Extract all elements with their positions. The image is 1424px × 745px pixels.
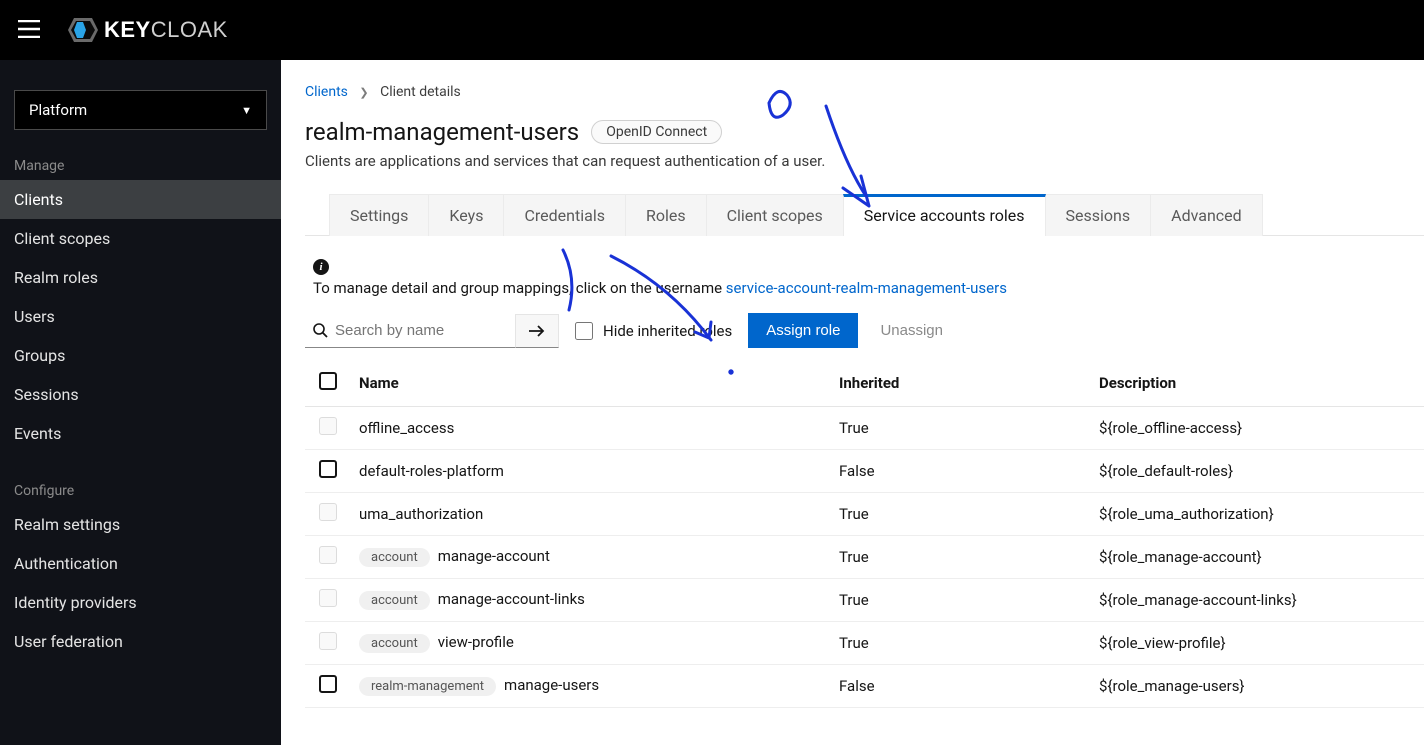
breadcrumb: Clients ❯ Client details (305, 84, 1424, 100)
row-checkbox (319, 632, 337, 650)
breadcrumb-parent-link[interactable]: Clients (305, 84, 348, 100)
role-inherited: True (829, 536, 1089, 579)
tab-keys[interactable]: Keys (428, 194, 504, 236)
brand-logo[interactable]: KEYCLOAK (66, 16, 228, 44)
role-client-chip: realm-management (359, 677, 496, 696)
role-description: ${role_uma_authorization} (1089, 493, 1424, 536)
role-client-chip: account (359, 634, 430, 653)
tabs: SettingsKeysCredentialsRolesClient scope… (329, 194, 1424, 236)
select-all-checkbox[interactable] (319, 372, 337, 390)
page-title: realm-management-users (305, 118, 579, 146)
sidebar-section-title: Configure (0, 473, 281, 505)
breadcrumb-current: Client details (380, 84, 461, 100)
tab-advanced[interactable]: Advanced (1150, 194, 1263, 236)
role-description: ${role_manage-account-links} (1089, 579, 1424, 622)
hamburger-icon[interactable] (18, 18, 40, 42)
sidebar-item-realm-settings[interactable]: Realm settings (0, 505, 281, 544)
sidebar-item-groups[interactable]: Groups (0, 336, 281, 375)
realm-selector[interactable]: Platform ▼ (14, 90, 267, 130)
row-checkbox (319, 503, 337, 521)
role-name: offline_access (359, 419, 454, 437)
row-checkbox (319, 589, 337, 607)
table-row: uma_authorization True${role_uma_authoriz… (305, 493, 1424, 536)
sidebar-section-title: Manage (0, 148, 281, 180)
role-description: ${role_manage-users} (1089, 665, 1424, 708)
role-name: default-roles-platform (359, 462, 504, 480)
role-description: ${role_default-roles} (1089, 450, 1424, 493)
tab-credentials[interactable]: Credentials (503, 194, 626, 236)
table-row: default-roles-platform False${role_defaul… (305, 450, 1424, 493)
sidebar-item-clients[interactable]: Clients (0, 180, 281, 219)
role-description: ${role_offline-access} (1089, 407, 1424, 450)
tab-client-scopes[interactable]: Client scopes (706, 194, 844, 236)
col-name: Name (349, 360, 829, 407)
role-client-chip: account (359, 548, 430, 567)
row-checkbox (319, 417, 337, 435)
info-icon: i (313, 259, 329, 275)
role-inherited: False (829, 450, 1089, 493)
role-inherited: True (829, 407, 1089, 450)
main-content: Clients ❯ Client details realm-managemen… (281, 60, 1424, 745)
role-inherited: True (829, 579, 1089, 622)
role-inherited: True (829, 493, 1089, 536)
role-inherited: True (829, 622, 1089, 665)
search-input[interactable] (305, 314, 515, 347)
col-inherited: Inherited (829, 360, 1089, 407)
tab-sessions[interactable]: Sessions (1045, 194, 1152, 236)
role-name: uma_authorization (359, 505, 483, 523)
role-description: ${role_manage-account} (1089, 536, 1424, 579)
role-name: view-profile (438, 633, 514, 651)
table-row: account manage-account-links True${role_ma… (305, 579, 1424, 622)
service-account-link[interactable]: service-account-realm-management-users (726, 279, 1007, 297)
top-bar: KEYCLOAK (0, 0, 1424, 60)
role-description: ${role_view-profile} (1089, 622, 1424, 665)
table-row: realm-management manage-users False${role_… (305, 665, 1424, 708)
row-checkbox[interactable] (319, 460, 337, 478)
role-inherited: False (829, 665, 1089, 708)
sidebar-item-realm-roles[interactable]: Realm roles (0, 258, 281, 297)
col-description: Description (1089, 360, 1424, 407)
sidebar-item-client-scopes[interactable]: Client scopes (0, 219, 281, 258)
role-name: manage-account-links (438, 590, 585, 608)
search-submit-button[interactable] (515, 314, 559, 348)
brand-text: KEYCLOAK (104, 17, 228, 43)
tab-service-accounts-roles[interactable]: Service accounts roles (843, 194, 1046, 236)
info-bar: i To manage detail and group mappings, c… (305, 236, 1424, 313)
search-group (305, 314, 559, 348)
hide-inherited-checkbox[interactable] (575, 322, 593, 340)
role-client-chip: account (359, 591, 430, 610)
sidebar-item-sessions[interactable]: Sessions (0, 375, 281, 414)
chevron-right-icon: ❯ (359, 86, 368, 99)
role-name: manage-account (438, 547, 550, 565)
hide-inherited-toggle[interactable]: Hide inherited roles (575, 322, 732, 340)
info-text: To manage detail and group mappings, cli… (313, 279, 726, 297)
sidebar-item-events[interactable]: Events (0, 414, 281, 453)
protocol-badge: OpenID Connect (591, 120, 722, 144)
row-checkbox[interactable] (319, 675, 337, 693)
tab-settings[interactable]: Settings (329, 194, 429, 236)
chevron-down-icon: ▼ (241, 104, 252, 117)
brand-icon (66, 16, 100, 44)
table-row: account manage-account True${role_manage-a… (305, 536, 1424, 579)
sidebar-item-user-federation[interactable]: User federation (0, 622, 281, 661)
sidebar-item-users[interactable]: Users (0, 297, 281, 336)
sidebar-item-authentication[interactable]: Authentication (0, 544, 281, 583)
realm-selected-label: Platform (29, 101, 87, 119)
sidebar: Platform ▼ ManageClientsClient scopesRea… (0, 60, 281, 745)
page-description: Clients are applications and services th… (305, 152, 1424, 170)
sidebar-item-identity-providers[interactable]: Identity providers (0, 583, 281, 622)
arrow-right-icon (528, 324, 546, 338)
roles-table: Name Inherited Description offline_acces… (305, 360, 1424, 708)
toolbar: Hide inherited roles Assign role Unassig… (305, 313, 1424, 360)
row-checkbox (319, 546, 337, 564)
role-name: manage-users (504, 676, 599, 694)
table-row: account view-profile True${role_view-profi… (305, 622, 1424, 665)
table-row: offline_access True${role_offline-access} (305, 407, 1424, 450)
assign-role-button[interactable]: Assign role (748, 313, 858, 348)
hide-inherited-label: Hide inherited roles (603, 322, 732, 340)
tab-roles[interactable]: Roles (625, 194, 707, 236)
unassign-button: Unassign (874, 313, 949, 348)
